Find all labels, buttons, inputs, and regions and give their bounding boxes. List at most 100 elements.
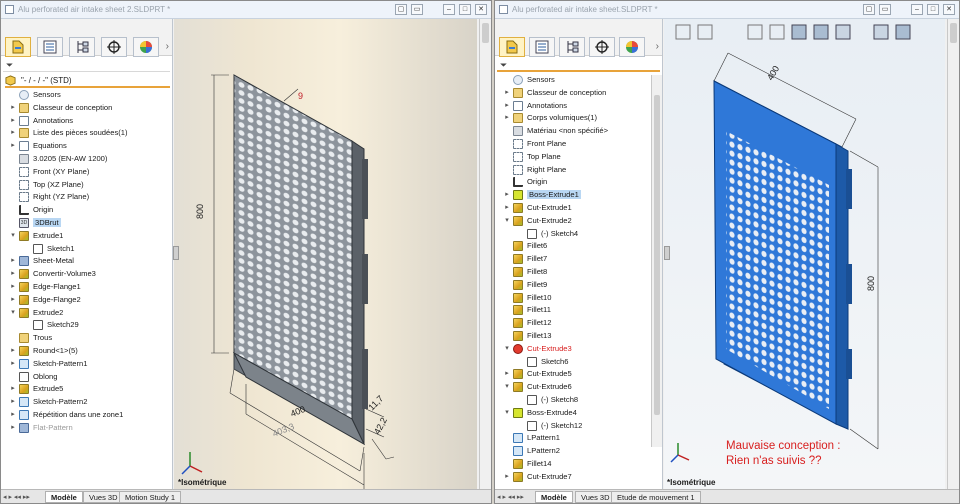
tree-item[interactable]: Trous xyxy=(1,332,172,345)
tree-item[interactable]: Sketch6 xyxy=(495,356,662,369)
tree-item[interactable]: ▸ Edge-Flange2 xyxy=(1,294,172,307)
expand-toggle-icon[interactable]: ▸ xyxy=(9,256,17,264)
tree-scrollbar[interactable] xyxy=(651,75,662,447)
expand-toggle-icon[interactable]: ▸ xyxy=(9,397,17,405)
maximize-button[interactable]: □ xyxy=(459,4,471,15)
tab-configuration-manager[interactable] xyxy=(559,37,585,57)
section-view-icon[interactable] xyxy=(769,24,785,40)
tree-item[interactable]: Fillet7 xyxy=(495,253,662,266)
tree-item[interactable]: ▸ Flat-Pattern xyxy=(1,422,172,435)
tree-item[interactable]: ▸ Annotations xyxy=(1,115,172,128)
tree-item[interactable]: ▸ Sketch-Pattern2 xyxy=(1,396,172,409)
tab-property-manager[interactable] xyxy=(529,37,555,57)
tree-item[interactable]: ▸ Répétition dans une zone1 xyxy=(1,409,172,422)
expand-toggle-icon[interactable]: ▸ xyxy=(9,410,17,418)
tree-item[interactable]: ▸ Cut-Extrude1 xyxy=(495,202,662,215)
expand-toggle-icon[interactable]: ▸ xyxy=(503,190,511,198)
expand-toggle-icon[interactable]: ▸ xyxy=(9,384,17,392)
expand-toggle-icon[interactable]: ▸ xyxy=(503,369,511,377)
tree-item[interactable]: Fillet10 xyxy=(495,292,662,305)
maximize-button[interactable]: □ xyxy=(927,4,939,15)
view-orientation-icon[interactable] xyxy=(747,24,763,40)
tree-item[interactable]: Fillet6 xyxy=(495,240,662,253)
tree-item[interactable]: LPattern1 xyxy=(495,432,662,445)
expand-toggle-icon[interactable]: ▸ xyxy=(503,101,511,109)
pane-collapse-handle[interactable] xyxy=(173,246,179,260)
tab-3d-views[interactable]: Vues 3D xyxy=(83,491,124,503)
dim-hole[interactable]: 9 xyxy=(298,91,303,101)
tree-item[interactable]: ▸ Edge-Flange1 xyxy=(1,281,172,294)
dim-height-left[interactable]: 800 xyxy=(195,204,205,219)
tree-item[interactable]: ▾ Boss-Extrude4 xyxy=(495,407,662,420)
expand-toggle-icon[interactable]: ▾ xyxy=(9,308,17,316)
tree-item[interactable]: LPattern2 xyxy=(495,445,662,458)
tree-item[interactable]: ▾ Extrude1 xyxy=(1,230,172,243)
expand-toggle-icon[interactable]: ▸ xyxy=(9,141,17,149)
dim-height-right[interactable]: 800 xyxy=(866,276,876,291)
tree-item[interactable]: Origin xyxy=(1,204,172,217)
tree-item[interactable]: ▸ Classeur de conception xyxy=(495,87,662,100)
tree-item[interactable]: ▸ Sheet-Metal xyxy=(1,255,172,268)
zoom-fit-icon[interactable] xyxy=(675,24,691,40)
expand-toggle-icon[interactable]: ▸ xyxy=(503,203,511,211)
tab-feature-tree[interactable] xyxy=(5,37,31,57)
tree-item[interactable]: 3D 3DBrut xyxy=(1,217,172,230)
pane-collapse-handle[interactable] xyxy=(664,246,670,260)
tree-item[interactable]: Sensors xyxy=(495,74,662,87)
tab-configuration-manager[interactable] xyxy=(69,37,95,57)
tree-item[interactable]: ▸ Liste des pièces soudées(1) xyxy=(1,127,172,140)
tree-item[interactable]: ▸ Annotations xyxy=(495,100,662,113)
tree-item[interactable]: Origin xyxy=(495,176,662,189)
graphics-viewport[interactable]: 400 800 Mauvaise conception : Rien n'as … xyxy=(664,19,945,489)
tree-filter[interactable]: ⏷ xyxy=(497,58,660,72)
tree-item[interactable]: Front (XY Plane) xyxy=(1,166,172,179)
chevron-right-icon[interactable]: › xyxy=(166,41,169,52)
expand-toggle-icon[interactable]: ▸ xyxy=(9,346,17,354)
tab-motion-study[interactable]: Etude de mouvement 1 xyxy=(611,491,701,503)
minimize-button[interactable]: – xyxy=(911,4,923,15)
tree-item[interactable]: Fillet11 xyxy=(495,304,662,317)
tab-scroll-arrows-icon[interactable]: ◂ ▸ ◂◂ ▸▸ xyxy=(497,493,524,501)
tab-property-manager[interactable] xyxy=(37,37,63,57)
tree-item[interactable]: ▾ Cut-Extrude3 xyxy=(495,343,662,356)
tab-3d-views[interactable]: Vues 3D xyxy=(575,491,616,503)
expand-toggle-icon[interactable]: ▸ xyxy=(9,359,17,367)
tree-item[interactable]: Sensors xyxy=(1,89,172,102)
tree-item[interactable]: Oblong xyxy=(1,371,172,384)
tree-item[interactable]: ▸ Classeur de conception xyxy=(1,102,172,115)
expand-toggle-icon[interactable]: ▾ xyxy=(9,231,17,239)
tree-item[interactable]: ▸ Corps volumiques(1) xyxy=(495,112,662,125)
view-settings-icon[interactable] xyxy=(895,24,911,40)
viewport-scrollbar[interactable] xyxy=(479,19,491,489)
tree-item[interactable]: Sketch29 xyxy=(1,319,172,332)
expand-toggle-icon[interactable]: ▸ xyxy=(503,113,511,121)
tree-item[interactable]: Right (YZ Plane) xyxy=(1,191,172,204)
restore-panes-button[interactable]: ▢ xyxy=(395,4,407,15)
tab-dimxpert[interactable] xyxy=(101,37,127,57)
tree-item[interactable]: Top Plane xyxy=(495,151,662,164)
expand-toggle-icon[interactable]: ▸ xyxy=(9,128,17,136)
tree-item[interactable]: ▸ Sketch-Pattern1 xyxy=(1,358,172,371)
tab-model[interactable]: Modèle xyxy=(535,491,573,503)
tree-item[interactable]: Fillet12 xyxy=(495,317,662,330)
tree-item[interactable]: Fillet8 xyxy=(495,266,662,279)
expand-toggle-icon[interactable]: ▸ xyxy=(9,295,17,303)
tree-item[interactable]: ▸ Cut-Extrude5 xyxy=(495,368,662,381)
split-view-button[interactable]: ▭ xyxy=(411,4,423,15)
tree-item[interactable]: Fillet9 xyxy=(495,279,662,292)
dim-depth[interactable]: 42,2 xyxy=(372,416,389,436)
expand-toggle-icon[interactable]: ▸ xyxy=(503,88,511,96)
tree-item[interactable]: (-) Sketch12 xyxy=(495,420,662,433)
tree-root[interactable]: "- / - / -" (STD) xyxy=(5,74,170,88)
tree-item[interactable]: Top (XZ Plane) xyxy=(1,179,172,192)
tab-scroll-arrows-icon[interactable]: ◂ ▸ ◂◂ ▸▸ xyxy=(3,493,30,501)
expand-toggle-icon[interactable]: ▾ xyxy=(503,408,511,416)
expand-toggle-icon[interactable]: ▸ xyxy=(9,116,17,124)
close-button[interactable]: ✕ xyxy=(475,4,487,15)
split-view-button[interactable]: ▭ xyxy=(879,4,891,15)
tree-filter[interactable]: ⏷ xyxy=(3,58,170,72)
tree-item[interactable]: Right Plane xyxy=(495,164,662,177)
display-style-icon[interactable] xyxy=(791,24,807,40)
tree-scroll-thumb[interactable] xyxy=(654,95,660,415)
tab-display-manager[interactable] xyxy=(133,37,159,57)
